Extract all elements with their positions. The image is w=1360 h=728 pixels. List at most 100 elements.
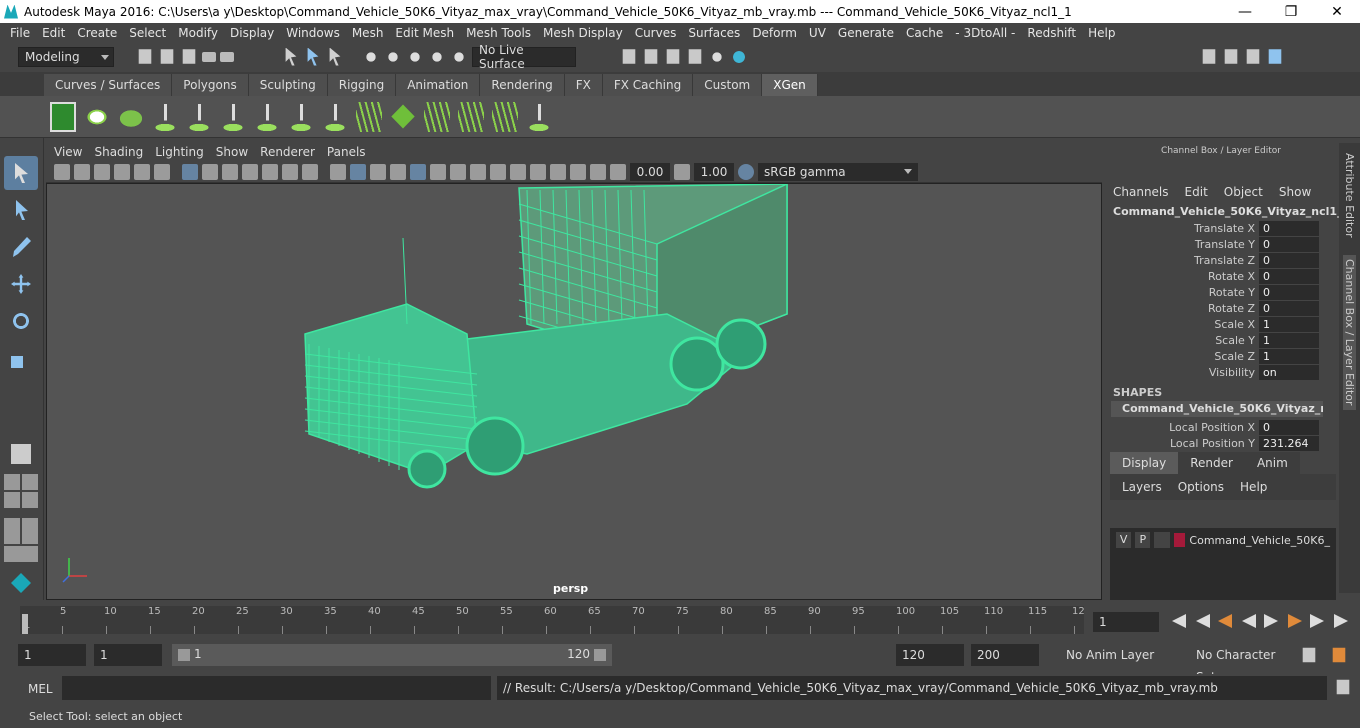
menu-mesh[interactable]: Mesh bbox=[346, 26, 390, 40]
2d-pan-zoom-icon[interactable] bbox=[134, 163, 150, 180]
grid-toggle-icon[interactable] bbox=[182, 163, 198, 180]
viewport-canvas[interactable]: persp bbox=[46, 183, 1102, 600]
go-to-end-icon[interactable] bbox=[1334, 614, 1348, 628]
channel-box-tab[interactable]: Channel Box / Layer Editor bbox=[1343, 255, 1356, 410]
open-scene-icon[interactable] bbox=[160, 49, 174, 64]
xray-icon[interactable] bbox=[550, 163, 566, 180]
character-set-dropdown[interactable]: No Character Set bbox=[1190, 644, 1294, 684]
new-scene-icon[interactable] bbox=[138, 49, 152, 64]
render-settings-icon[interactable] bbox=[688, 49, 702, 64]
menu-windows[interactable]: Windows bbox=[280, 26, 346, 40]
animation-preferences-icon[interactable] bbox=[1332, 647, 1346, 663]
current-frame-field[interactable]: 1 bbox=[1093, 612, 1159, 632]
save-scene-icon[interactable] bbox=[182, 49, 196, 64]
channel-label[interactable]: Rotate Y bbox=[1103, 286, 1259, 299]
render-view-icon[interactable] bbox=[622, 49, 636, 64]
snap-to-grid-icon[interactable] bbox=[362, 47, 380, 66]
channel-label[interactable]: Scale Z bbox=[1103, 350, 1259, 363]
paint-select-tool-button[interactable] bbox=[4, 230, 38, 264]
playback-start-field[interactable]: 1 bbox=[94, 644, 162, 666]
depth-of-field-icon[interactable] bbox=[510, 163, 526, 180]
channel-menu-channels[interactable]: Channels bbox=[1113, 185, 1185, 199]
maximize-button[interactable]: ❐ bbox=[1268, 4, 1314, 20]
layer-tab-anim[interactable]: Anim bbox=[1244, 452, 1300, 474]
viewport-menu-shading[interactable]: Shading bbox=[88, 145, 149, 159]
menu-file[interactable]: File bbox=[4, 26, 36, 40]
snap-to-point-icon[interactable] bbox=[406, 47, 424, 66]
make-live-icon[interactable] bbox=[450, 47, 468, 66]
menu-curves[interactable]: Curves bbox=[629, 26, 683, 40]
channel-label[interactable]: Translate Y bbox=[1103, 238, 1259, 251]
bookmark-icon[interactable] bbox=[94, 163, 110, 180]
command-input[interactable] bbox=[62, 676, 491, 700]
channel-menu-edit[interactable]: Edit bbox=[1185, 185, 1224, 199]
step-back-key-icon[interactable] bbox=[1218, 614, 1232, 628]
menu-help[interactable]: Help bbox=[1082, 26, 1121, 40]
menu-set-dropdown[interactable]: Modeling bbox=[18, 46, 114, 67]
vehicle-wireframe-model[interactable] bbox=[47, 184, 1102, 600]
close-button[interactable]: ✕ bbox=[1314, 4, 1360, 20]
comb-guides-icon[interactable] bbox=[458, 101, 484, 132]
channel-row-rotate-x[interactable]: Rotate X0 bbox=[1103, 268, 1339, 284]
playback-end-field[interactable]: 120 bbox=[896, 644, 964, 666]
step-forward-key-icon[interactable] bbox=[1288, 614, 1302, 628]
gamma-icon[interactable] bbox=[674, 163, 690, 180]
wireframe-on-shaded-icon[interactable] bbox=[370, 163, 386, 180]
channel-row-translate-z[interactable]: Translate Z0 bbox=[1103, 252, 1339, 268]
channel-value-field[interactable]: 0 bbox=[1259, 220, 1319, 236]
menu-deform[interactable]: Deform bbox=[746, 26, 803, 40]
channel-value-field[interactable]: 0 bbox=[1259, 284, 1319, 300]
channel-row-scale-z[interactable]: Scale Z1 bbox=[1103, 348, 1339, 364]
layer-menu-layers[interactable]: Layers bbox=[1122, 480, 1162, 494]
redo-icon[interactable] bbox=[220, 51, 234, 62]
selected-object-name[interactable]: Command_Vehicle_50K6_Vityaz_ncl1_1 bbox=[1103, 199, 1350, 218]
scale-tool-button[interactable] bbox=[4, 341, 38, 375]
move-tool-button[interactable] bbox=[4, 267, 38, 301]
select-tool-button[interactable] bbox=[4, 156, 38, 190]
menu-generate[interactable]: Generate bbox=[832, 26, 900, 40]
menu-redshift[interactable]: Redshift bbox=[1021, 26, 1082, 40]
channel-value-field[interactable]: 1 bbox=[1259, 348, 1319, 364]
channel-label[interactable]: Rotate Z bbox=[1103, 302, 1259, 315]
channel-value-field[interactable]: on bbox=[1259, 364, 1319, 380]
guide-lock-icon[interactable] bbox=[322, 101, 348, 132]
textured-icon[interactable] bbox=[390, 163, 406, 180]
ambient-occlusion-icon[interactable] bbox=[450, 163, 466, 180]
layer-visibility-toggle[interactable]: V bbox=[1116, 532, 1132, 548]
layer-tab-render[interactable]: Render bbox=[1178, 452, 1245, 474]
resolution-gate-icon[interactable] bbox=[222, 163, 238, 180]
workspace-layout-icon[interactable] bbox=[1224, 49, 1238, 64]
wireframe-icon[interactable] bbox=[330, 163, 346, 180]
guide-length-icon[interactable] bbox=[254, 101, 280, 132]
menu-uv[interactable]: UV bbox=[803, 26, 832, 40]
bend-guides-icon[interactable] bbox=[492, 101, 518, 132]
layer-name[interactable]: Command_Vehicle_50K6_ bbox=[1189, 534, 1330, 547]
gate-mask-icon[interactable] bbox=[242, 163, 258, 180]
shadows-icon[interactable] bbox=[430, 163, 446, 180]
viewport-menu-show[interactable]: Show bbox=[210, 145, 254, 159]
anti-aliasing-icon[interactable] bbox=[490, 163, 506, 180]
snap-to-curve-icon[interactable] bbox=[384, 47, 402, 66]
step-forward-frame-icon[interactable] bbox=[1310, 614, 1324, 628]
auto-key-icon[interactable] bbox=[1302, 647, 1316, 663]
graph-layout-button[interactable] bbox=[4, 546, 38, 562]
select-by-hierarchy-icon[interactable] bbox=[285, 47, 297, 66]
animation-end-field[interactable]: 200 bbox=[971, 644, 1039, 666]
shelf-tab-rendering[interactable]: Rendering bbox=[480, 74, 565, 96]
camera-attributes-icon[interactable] bbox=[74, 163, 90, 180]
delete-guides-icon[interactable] bbox=[526, 101, 552, 132]
xgen-groom-icon[interactable] bbox=[118, 101, 144, 132]
safe-title-icon[interactable] bbox=[302, 163, 318, 180]
single-perspective-layout-button[interactable] bbox=[4, 437, 38, 471]
undo-icon[interactable] bbox=[202, 51, 216, 62]
gamma-field[interactable]: 1.00 bbox=[694, 162, 734, 181]
shelf-tab-polygons[interactable]: Polygons bbox=[172, 74, 249, 96]
shelf-tab-custom[interactable]: Custom bbox=[693, 74, 763, 96]
range-end-handle[interactable] bbox=[594, 649, 606, 661]
snap-to-view-plane-icon[interactable] bbox=[428, 47, 446, 66]
xgen-editor-icon[interactable] bbox=[50, 101, 76, 132]
channel-label[interactable]: Translate Z bbox=[1103, 254, 1259, 267]
channel-label[interactable]: Scale X bbox=[1103, 318, 1259, 331]
hypershade-icon[interactable] bbox=[708, 47, 726, 66]
grease-pencil-icon[interactable] bbox=[154, 163, 170, 180]
